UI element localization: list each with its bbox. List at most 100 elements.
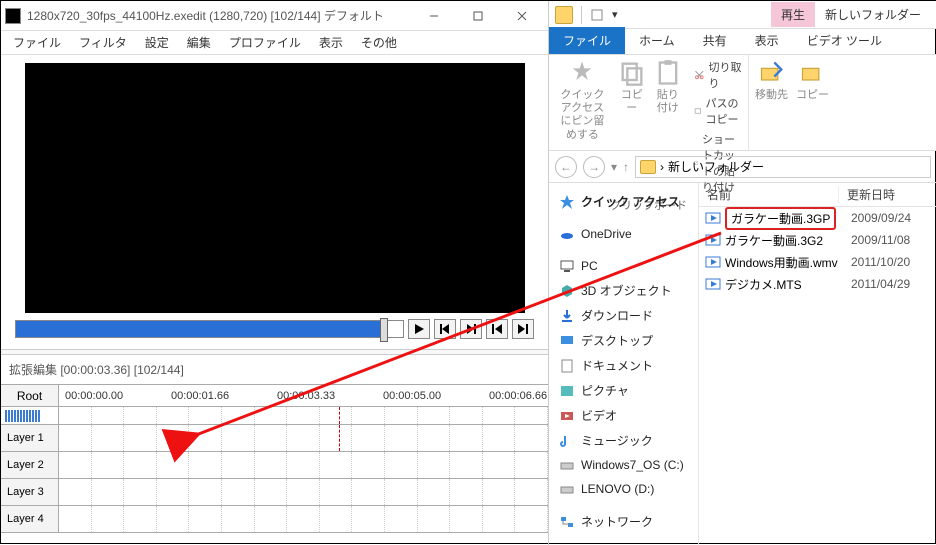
- paste-button[interactable]: 貼り付け: [654, 59, 682, 115]
- copy-path-button[interactable]: パスのコピー: [694, 95, 742, 127]
- timeline: Root 00:00:00.00 00:00:01.66 00:00:03.33…: [1, 384, 548, 533]
- menu-filter[interactable]: フィルタ: [71, 30, 135, 55]
- file-name: ガラケー動画.3GP: [725, 207, 836, 230]
- file-date: 2009/11/08: [843, 233, 936, 247]
- timeline-ruler[interactable]: 00:00:00.00 00:00:01.66 00:00:03.33 00:0…: [59, 385, 548, 406]
- video-canvas: [25, 63, 525, 313]
- nav-network[interactable]: ネットワーク: [549, 509, 698, 534]
- file-row[interactable]: ガラケー動画.3G2 2009/11/08: [699, 229, 936, 251]
- nav-downloads[interactable]: ダウンロード: [549, 303, 698, 328]
- nav-quickaccess[interactable]: クイック アクセス: [549, 189, 698, 214]
- editor-titlebar: 1280x720_30fps_44100Hz.exedit (1280,720)…: [1, 1, 548, 31]
- playhead[interactable]: [339, 425, 340, 451]
- address-bar[interactable]: › 新しいフォルダー: [635, 156, 931, 178]
- timeline-layer[interactable]: Layer 1: [1, 425, 548, 452]
- timeline-layer[interactable]: Layer 3: [1, 479, 548, 506]
- tab-home[interactable]: ホーム: [625, 27, 689, 54]
- newfolder-tab[interactable]: 新しいフォルダー: [815, 2, 931, 27]
- menu-profile[interactable]: プロファイル: [221, 30, 309, 55]
- tab-file[interactable]: ファイル: [549, 27, 625, 54]
- file-list: 名前 更新日時 ガラケー動画.3GP 2009/09/24 ガラケー動画.3G2 20…: [699, 183, 936, 545]
- nav-back[interactable]: ←: [555, 156, 577, 178]
- video-file-icon: [705, 277, 721, 291]
- nav-3d[interactable]: 3D オブジェクト: [549, 278, 698, 303]
- zoom-bars[interactable]: [1, 407, 59, 424]
- file-row[interactable]: ガラケー動画.3GP 2009/09/24: [699, 207, 936, 229]
- menu-other[interactable]: その他: [353, 30, 405, 55]
- jump-start-button[interactable]: [486, 319, 508, 339]
- nav-music[interactable]: ミュージック: [549, 428, 698, 453]
- copyto-button[interactable]: コピー: [796, 59, 829, 102]
- breadcrumb[interactable]: 新しいフォルダー: [668, 158, 764, 175]
- editor-menubar: ファイル フィルタ 設定 編集 プロファイル 表示 その他: [1, 31, 548, 55]
- close-button[interactable]: [500, 2, 544, 30]
- file-date: 2009/09/24: [843, 211, 936, 225]
- maximize-button[interactable]: [456, 2, 500, 30]
- next-frame-button[interactable]: [460, 319, 482, 339]
- cut-button[interactable]: 切り取り: [694, 59, 742, 91]
- layer-label: Layer 3: [1, 479, 59, 505]
- folder-icon: [555, 6, 573, 24]
- quick-access-toolbar: ▾ 再生 新しいフォルダー: [549, 1, 936, 29]
- minimize-button[interactable]: [412, 2, 456, 30]
- nav-forward[interactable]: →: [583, 156, 605, 178]
- play-button[interactable]: [408, 319, 430, 339]
- menu-settings[interactable]: 設定: [137, 30, 177, 55]
- menu-view[interactable]: 表示: [311, 30, 351, 55]
- nav-cdrive[interactable]: Windows7_OS (C:): [549, 453, 698, 477]
- pin-quickaccess-button[interactable]: クイック アクセス にピン留めする: [555, 59, 610, 142]
- prev-frame-button[interactable]: [434, 319, 456, 339]
- column-name[interactable]: 名前: [699, 186, 839, 203]
- copy-button[interactable]: コピー: [618, 59, 646, 115]
- jump-end-button[interactable]: [512, 319, 534, 339]
- menu-file[interactable]: ファイル: [5, 30, 69, 55]
- editor-window: 1280x720_30fps_44100Hz.exedit (1280,720)…: [1, 1, 549, 545]
- moveto-button[interactable]: 移動先: [755, 59, 788, 102]
- timecode-3: 00:00:05.00: [383, 390, 441, 402]
- seek-thumb[interactable]: [380, 318, 388, 342]
- nav-onedrive[interactable]: OneDrive: [549, 222, 698, 246]
- file-date: 2011/04/29: [843, 277, 936, 291]
- seek-slider[interactable]: [15, 320, 404, 338]
- qat-icon[interactable]: [590, 8, 604, 22]
- nav-ddrive[interactable]: LENOVO (D:): [549, 477, 698, 501]
- qat-dropdown[interactable]: ▾: [612, 8, 618, 21]
- column-date[interactable]: 更新日時: [839, 186, 936, 203]
- ribbon-tabs: ファイル ホーム 共有 表示 ビデオ ツール: [549, 29, 936, 55]
- navigation-pane: クイック アクセス OneDrive PC 3D オブジェクト ダウンロード デ…: [549, 183, 699, 545]
- layer-label: Layer 2: [1, 452, 59, 478]
- tab-videotools[interactable]: ビデオ ツール: [793, 27, 896, 54]
- playhead[interactable]: [339, 407, 340, 424]
- timeline-root[interactable]: Root: [1, 385, 59, 406]
- tab-view[interactable]: 表示: [741, 27, 793, 54]
- menu-edit[interactable]: 編集: [179, 30, 219, 55]
- nav-pictures[interactable]: ピクチャ: [549, 378, 698, 403]
- transport-controls: [1, 313, 548, 343]
- file-date: 2011/10/20: [843, 255, 936, 269]
- timecode-4: 00:00:06.66: [489, 390, 547, 402]
- play-tab[interactable]: 再生: [771, 2, 815, 27]
- nav-recent[interactable]: ▾: [611, 160, 617, 174]
- file-name: ガラケー動画.3G2: [725, 232, 823, 249]
- nav-up[interactable]: ↑: [623, 160, 629, 174]
- explorer-window: ▾ 再生 新しいフォルダー ファイル ホーム 共有 表示 ビデオ ツール クイッ…: [549, 1, 936, 545]
- video-preview-area: [1, 55, 548, 313]
- file-row[interactable]: Windows用動画.wmv 2011/10/20: [699, 251, 936, 273]
- app-icon: [5, 8, 21, 24]
- file-name: Windows用動画.wmv: [725, 254, 838, 271]
- file-name: デジカメ.MTS: [725, 276, 802, 293]
- nav-pc[interactable]: PC: [549, 254, 698, 278]
- folder-icon: [640, 160, 656, 174]
- seek-fill: [16, 321, 384, 337]
- file-row[interactable]: デジカメ.MTS 2011/04/29: [699, 273, 936, 295]
- nav-desktop[interactable]: デスクトップ: [549, 328, 698, 353]
- nav-videos[interactable]: ビデオ: [549, 403, 698, 428]
- timeline-layer[interactable]: Layer 4: [1, 506, 548, 533]
- breadcrumb-sep: ›: [660, 160, 664, 174]
- tab-share[interactable]: 共有: [689, 27, 741, 54]
- timeline-layer[interactable]: Layer 2: [1, 452, 548, 479]
- timecode-0: 00:00:00.00: [65, 390, 123, 402]
- window-title: 1280x720_30fps_44100Hz.exedit (1280,720)…: [27, 7, 412, 24]
- nav-documents[interactable]: ドキュメント: [549, 353, 698, 378]
- video-file-icon: [705, 233, 721, 247]
